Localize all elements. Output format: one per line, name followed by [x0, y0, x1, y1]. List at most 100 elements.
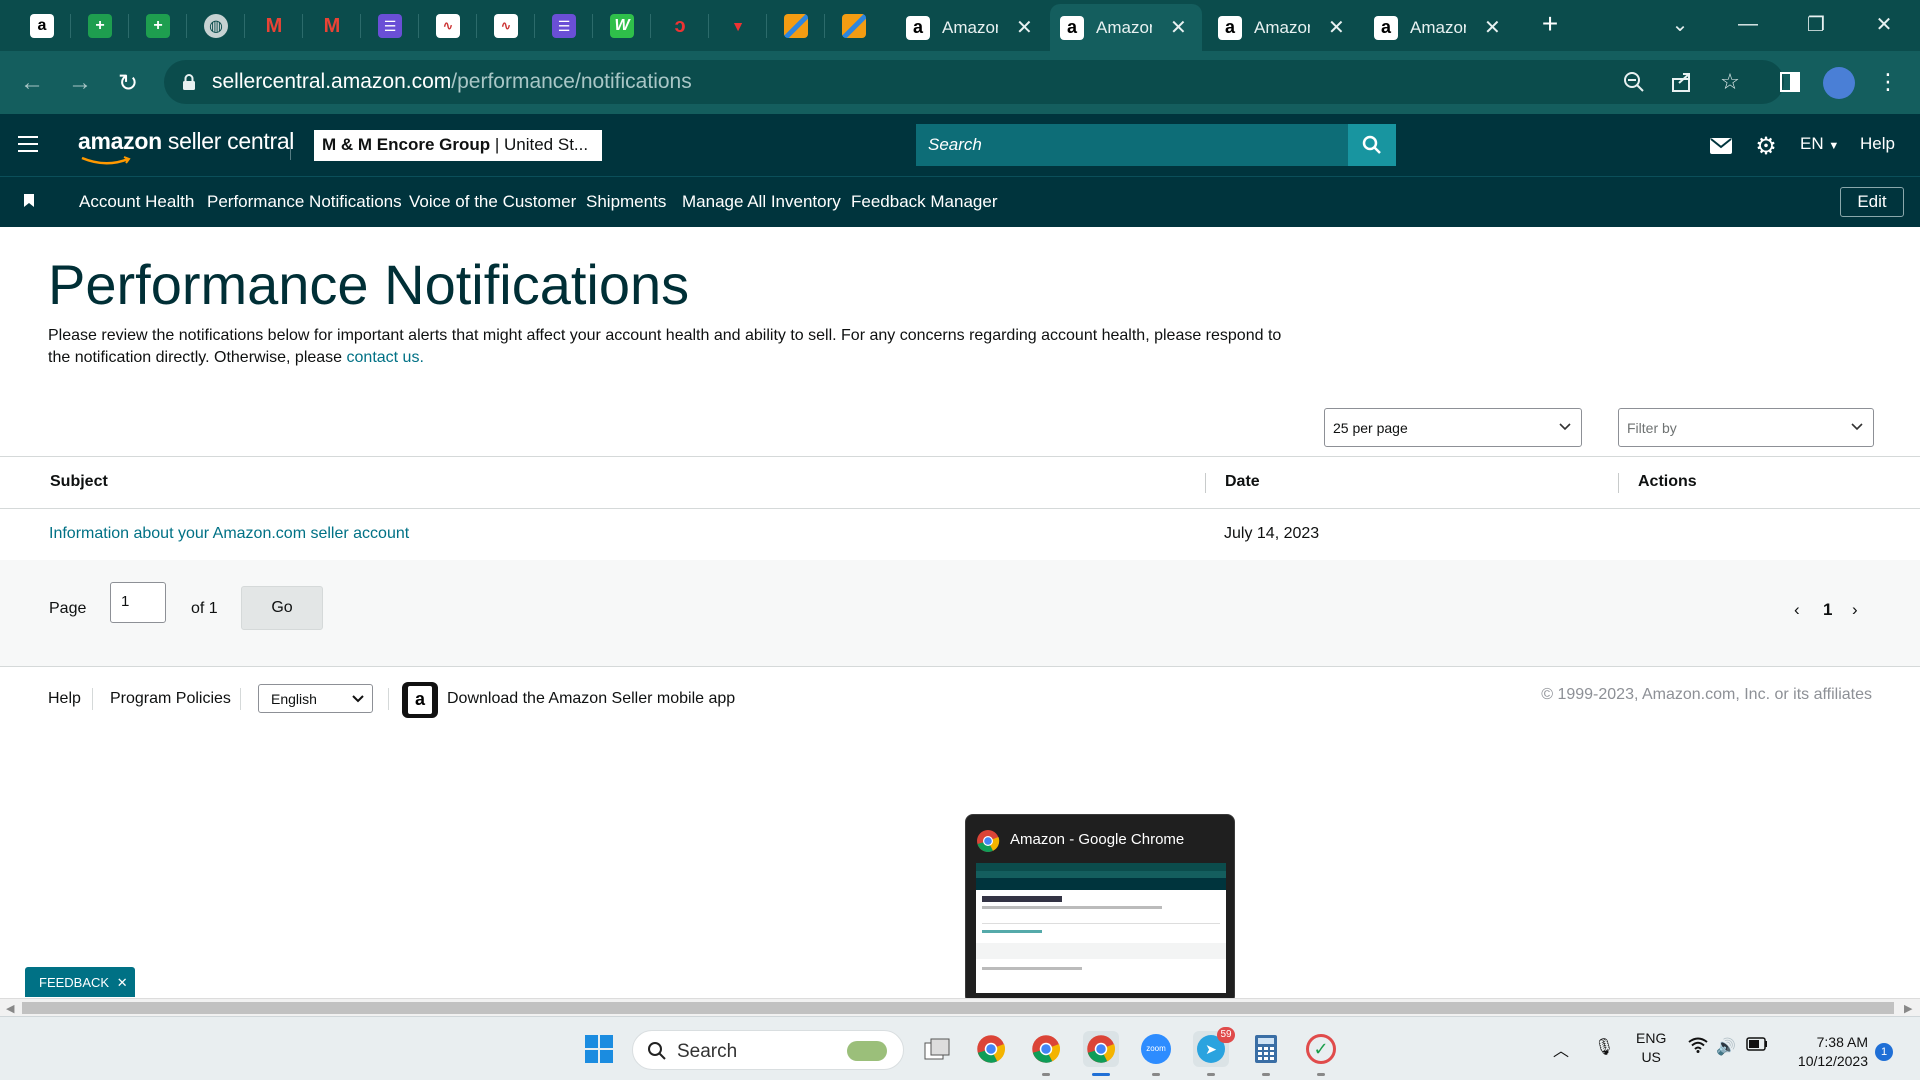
- footer-help-link[interactable]: Help: [48, 690, 81, 708]
- caret-down-icon: ▼: [1828, 140, 1840, 152]
- seller-search-button[interactable]: [1348, 124, 1396, 166]
- page-count-label: of 1: [191, 600, 218, 617]
- bookmark-star-icon[interactable]: ☆: [1716, 68, 1744, 96]
- pinned-tab-stripes-2[interactable]: [834, 8, 874, 44]
- profile-avatar[interactable]: [1823, 67, 1855, 99]
- telegram-unread-badge: 59: [1217, 1027, 1235, 1043]
- chrome-profile-app-icon[interactable]: [1028, 1031, 1064, 1067]
- pinned-tab-wave[interactable]: ∿: [428, 8, 468, 44]
- new-tab-button[interactable]: +: [1535, 10, 1565, 40]
- minimize-button[interactable]: —: [1720, 6, 1776, 42]
- calculator-app-icon[interactable]: [1248, 1031, 1284, 1067]
- account-switcher[interactable]: M & M Encore Group | United St...: [314, 130, 602, 161]
- url-text[interactable]: sellercentral.amazon.com/performance/not…: [212, 70, 692, 94]
- wifi-icon[interactable]: [1688, 1037, 1708, 1058]
- filter-by-select[interactable]: Filter by: [1618, 408, 1874, 447]
- pinned-tab-stripes[interactable]: [776, 8, 816, 44]
- windows-start-icon[interactable]: [581, 1031, 617, 1067]
- column-header-date: Date: [1225, 473, 1260, 490]
- feedback-button[interactable]: FEEDBACK ✕: [25, 967, 135, 997]
- help-link[interactable]: Help: [1860, 134, 1895, 154]
- scroll-right-icon[interactable]: ▶: [1904, 1002, 1912, 1015]
- side-panel-icon[interactable]: [1774, 66, 1806, 98]
- battery-icon[interactable]: [1746, 1037, 1768, 1056]
- volume-icon[interactable]: 🔊: [1716, 1037, 1736, 1057]
- tab-amazon-2[interactable]: a Amazon ✕: [1050, 4, 1202, 51]
- language-switcher[interactable]: EN ▼: [1800, 134, 1839, 154]
- close-window-button[interactable]: ✕: [1856, 6, 1912, 42]
- horizontal-scrollbar[interactable]: ◀ ▶: [0, 998, 1920, 1016]
- microphone-icon[interactable]: 🎙: [1594, 1037, 1614, 1057]
- input-language-indicator[interactable]: ENG US: [1636, 1029, 1666, 1067]
- tab-amazon-1[interactable]: a Amazon ✕: [896, 4, 1046, 51]
- close-tab-icon[interactable]: ✕: [1170, 15, 1187, 40]
- seller-central-logo[interactable]: amazon seller central: [78, 128, 294, 155]
- footer-language-select[interactable]: English: [258, 684, 373, 713]
- arrow-logo-icon: ▼: [731, 18, 745, 34]
- footer-program-policies-link[interactable]: Program Policies: [110, 690, 231, 708]
- tab-search-chevron-icon[interactable]: ⌄: [1652, 6, 1708, 42]
- download-app-link[interactable]: Download the Amazon Seller mobile app: [447, 690, 735, 708]
- bookmark-feedback-manager[interactable]: Feedback Manager: [851, 192, 997, 212]
- hamburger-menu-icon[interactable]: [18, 136, 38, 154]
- chrome-app-icon[interactable]: [973, 1031, 1009, 1067]
- scrollbar-thumb[interactable]: [22, 1002, 1894, 1014]
- mail-icon[interactable]: [1707, 132, 1735, 160]
- close-icon[interactable]: ✕: [117, 975, 128, 990]
- close-tab-icon[interactable]: ✕: [1016, 15, 1033, 40]
- previous-page-icon[interactable]: ‹: [1794, 600, 1800, 620]
- go-button[interactable]: Go: [241, 586, 323, 630]
- pinned-tab-red[interactable]: ▼: [718, 8, 758, 44]
- zoom-icon: zoom: [1141, 1034, 1171, 1064]
- next-page-icon[interactable]: ›: [1852, 600, 1858, 620]
- system-clock[interactable]: 7:38 AM 10/12/2023: [1798, 1033, 1868, 1071]
- pinned-tab-sheets[interactable]: +: [80, 8, 120, 44]
- bookmark-account-health[interactable]: Account Health: [79, 192, 194, 212]
- scroll-left-icon[interactable]: ◀: [6, 1002, 14, 1015]
- chrome-menu-icon[interactable]: ⋮: [1872, 66, 1904, 98]
- pinned-tab-gmail[interactable]: M: [254, 8, 294, 44]
- taskbar-search-box[interactable]: Search: [632, 1030, 904, 1070]
- per-page-select[interactable]: 25 per page: [1324, 408, 1582, 447]
- pinned-tab-sheets-2[interactable]: +: [138, 8, 178, 44]
- notification-center-badge[interactable]: 1: [1875, 1043, 1893, 1061]
- bookmark-voice-of-customer[interactable]: Voice of the Customer: [409, 192, 576, 212]
- pinned-tab-list[interactable]: ☰: [370, 8, 410, 44]
- pinned-tab-list-2[interactable]: ☰: [544, 8, 584, 44]
- share-icon[interactable]: [1668, 68, 1696, 96]
- pinned-tab-gmail-2[interactable]: M: [312, 8, 352, 44]
- close-tab-icon[interactable]: ✕: [1328, 15, 1345, 40]
- tab-amazon-4[interactable]: a Amazon ✕: [1364, 4, 1514, 51]
- notification-subject-link[interactable]: Information about your Amazon.com seller…: [49, 525, 409, 543]
- edit-bookmarks-button[interactable]: Edit: [1840, 187, 1904, 217]
- bookmark-manage-inventory[interactable]: Manage All Inventory: [682, 192, 841, 212]
- seller-search-input[interactable]: Search: [916, 124, 1348, 166]
- show-hidden-icons-chevron-icon[interactable]: ︿: [1553, 1037, 1569, 1061]
- contact-us-link[interactable]: contact us.: [347, 349, 424, 366]
- checkmark-app-icon[interactable]: ✓: [1303, 1031, 1339, 1067]
- settings-gear-icon[interactable]: ⚙: [1752, 132, 1780, 160]
- zoom-icon[interactable]: [1620, 68, 1648, 96]
- amazon-app-icon[interactable]: a: [402, 682, 438, 718]
- bookmark-shipments[interactable]: Shipments: [586, 192, 666, 212]
- restore-button[interactable]: ❐: [1788, 6, 1844, 42]
- bookmark-performance-notifications[interactable]: Performance Notifications: [207, 192, 402, 212]
- page-number-input[interactable]: 1: [110, 582, 166, 623]
- taskbar-window-preview[interactable]: Amazon - Google Chrome: [965, 814, 1235, 1004]
- current-page-number[interactable]: 1: [1823, 600, 1832, 620]
- back-button[interactable]: ←: [14, 65, 50, 101]
- pinned-tab-amazon[interactable]: a: [22, 8, 62, 44]
- zoom-app-icon[interactable]: zoom: [1138, 1031, 1174, 1067]
- close-tab-icon[interactable]: ✕: [1484, 15, 1501, 40]
- tab-amazon-3[interactable]: a Amazon ✕: [1208, 4, 1358, 51]
- pinned-tab-wave-2[interactable]: ∿: [486, 8, 526, 44]
- telegram-app-icon[interactable]: ➤ 59: [1193, 1027, 1235, 1067]
- pinned-tab-globe[interactable]: ◍: [196, 8, 236, 44]
- chrome-active-app-icon[interactable]: [1083, 1031, 1119, 1067]
- task-view-icon[interactable]: [919, 1031, 955, 1067]
- pinned-tab-w[interactable]: W: [602, 8, 642, 44]
- forward-button[interactable]: →: [62, 65, 98, 101]
- pinned-tab-swoosh[interactable]: ↄ: [660, 8, 700, 44]
- bookmark-icon: [24, 194, 34, 207]
- reload-button[interactable]: ↻: [110, 65, 146, 101]
